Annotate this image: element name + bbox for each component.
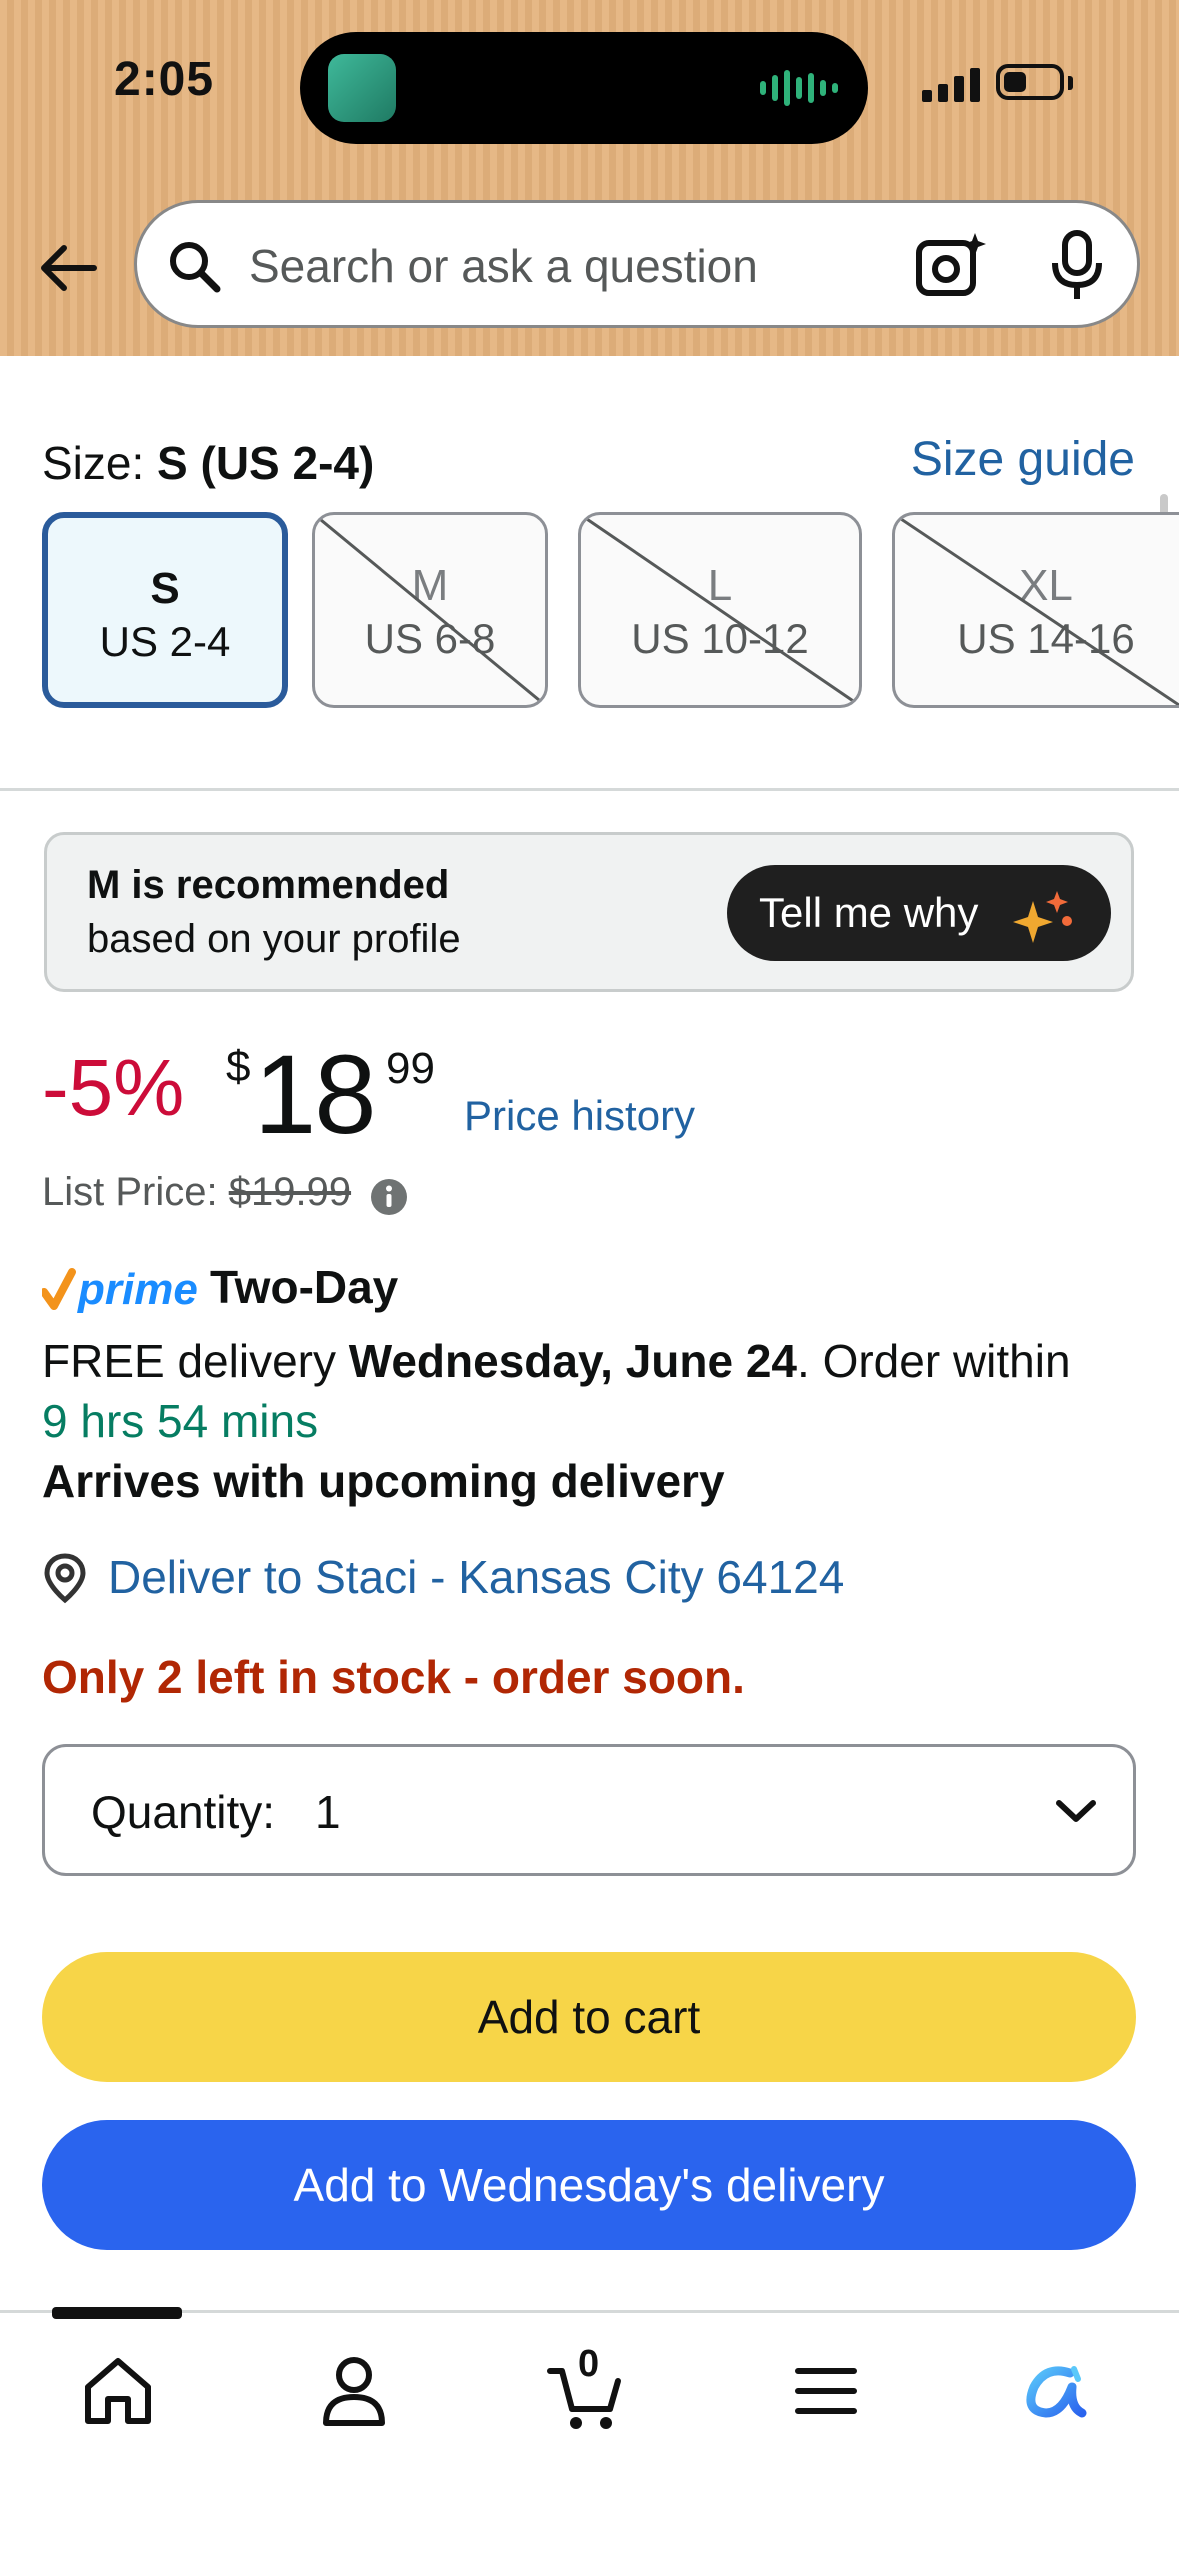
tell-me-why-label: Tell me why — [759, 889, 979, 936]
stock-warning: Only 2 left in stock - order soon. — [42, 1651, 745, 1703]
order-within-label: . Order within — [797, 1335, 1071, 1387]
size-recommendation-banner: M is recommended based on your profile T… — [44, 832, 1134, 992]
quantity-dropdown[interactable]: Quantity: 1 — [42, 1744, 1136, 1876]
price-fraction: 99 — [386, 1044, 435, 1093]
size-label-prefix: Size: — [42, 437, 158, 489]
search-input[interactable] — [247, 235, 891, 297]
add-to-cart-button[interactable]: Add to cart — [42, 1952, 1136, 2082]
camera-search-icon[interactable] — [915, 231, 987, 299]
list-price-label: List Price: — [42, 1170, 229, 1214]
price-history-link[interactable]: Price history — [464, 1092, 695, 1140]
list-price: List Price: $19.99 — [42, 1170, 351, 1215]
add-to-cart-label: Add to cart — [477, 1991, 701, 2043]
account-icon[interactable] — [314, 2351, 394, 2431]
cart-icon[interactable] — [546, 2357, 626, 2437]
unavailable-slash — [315, 515, 545, 705]
recommendation-title: M is recommended — [87, 863, 450, 907]
info-icon[interactable] — [370, 1178, 408, 1216]
delivery-date: Wednesday, June 24 — [348, 1335, 798, 1387]
size-label: Size: S (US 2-4) — [42, 436, 374, 490]
size-option-label: S — [150, 564, 180, 613]
prime-two-day-label: Two-Day — [210, 1261, 399, 1313]
prime-logo-icon: prime — [42, 1265, 198, 1314]
quantity-value: 1 — [315, 1786, 341, 1838]
size-option-xl[interactable]: XL US 14-16 — [892, 512, 1179, 708]
free-delivery-prefix: FREE delivery — [42, 1335, 349, 1387]
home-icon[interactable] — [78, 2351, 158, 2431]
order-countdown: 9 hrs 54 mins — [42, 1395, 319, 1447]
chevron-down-icon — [1056, 1800, 1096, 1822]
top-header: 2:05 — [0, 0, 1179, 356]
add-to-delivery-label: Add to Wednesday's delivery — [293, 2159, 885, 2211]
quantity-label: Quantity: — [91, 1786, 276, 1838]
cellular-signal-icon — [922, 68, 980, 102]
ai-sparkle-icon — [1013, 891, 1072, 943]
status-time: 2:05 — [114, 53, 215, 106]
recommendation-subtitle: based on your profile — [87, 917, 461, 961]
microphone-icon[interactable] — [1049, 229, 1105, 303]
now-playing-artwork — [328, 54, 396, 122]
dynamic-island[interactable] — [300, 32, 868, 144]
bottom-tab-bar: 0 — [0, 2307, 1179, 2556]
discount-percent: -5% — [42, 1043, 185, 1132]
size-option-us: US 2-4 — [99, 618, 231, 665]
location-pin-icon — [44, 1553, 86, 1604]
unavailable-slash — [581, 515, 859, 705]
search-icon — [170, 242, 221, 293]
deliver-to-link[interactable]: Deliver to Staci - Kansas City 64124 — [108, 1550, 844, 1604]
size-option-l[interactable]: L US 10-12 — [578, 512, 862, 708]
add-to-delivery-button[interactable]: Add to Wednesday's delivery — [42, 2120, 1136, 2250]
rufus-icon[interactable] — [1016, 2351, 1096, 2431]
list-price-value: $19.99 — [228, 1170, 352, 1214]
active-tab-indicator — [52, 2307, 182, 2319]
back-arrow-icon[interactable] — [36, 236, 100, 300]
delivery-date-line: FREE delivery Wednesday, June 24. Order … — [42, 1334, 1071, 1388]
size-guide-link[interactable]: Size guide — [911, 432, 1135, 487]
search-bar[interactable] — [134, 200, 1140, 328]
size-option-m[interactable]: M US 6-8 — [312, 512, 548, 708]
arrives-note: Arrives with upcoming delivery — [42, 1455, 725, 1507]
price-currency: $ — [226, 1042, 251, 1091]
prime-wordmark: prime — [77, 1265, 198, 1314]
menu-icon[interactable] — [786, 2351, 866, 2431]
section-divider — [0, 788, 1179, 791]
battery-tip — [1068, 76, 1073, 90]
audio-wave-icon — [760, 70, 838, 106]
unavailable-slash — [895, 515, 1179, 705]
size-option-s[interactable]: S US 2-4 — [42, 512, 288, 708]
price-whole: 18 — [254, 1032, 377, 1157]
battery-icon — [996, 64, 1064, 100]
size-label-value: S (US 2-4) — [157, 437, 375, 489]
tell-me-why-button[interactable]: Tell me why — [727, 865, 1111, 961]
